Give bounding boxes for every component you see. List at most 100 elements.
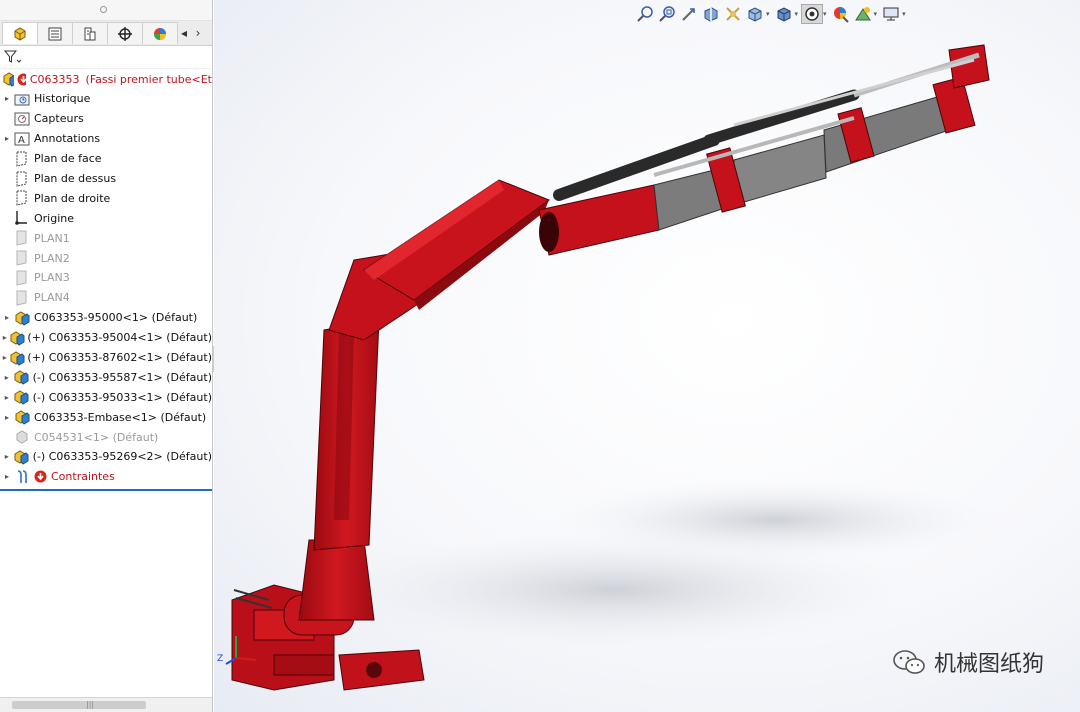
- tree-item[interactable]: PLAN2: [0, 248, 212, 268]
- tree-item-label: (+) C063353-87602<1> (Défaut): [27, 351, 212, 365]
- tree-item[interactable]: ▸ C063353-Embase<1> (Défaut): [0, 407, 212, 427]
- design-tree: ▸ Historique Capteurs ▸ A Annotations Plan de …: [0, 89, 212, 487]
- graphics-viewport[interactable]: ▾ ▾ ▾ ▾ ▾ Z 机械图纸狗: [214, 0, 1080, 712]
- tree-item[interactable]: ▸ (-) C063353-95033<1> (Défaut): [0, 387, 212, 407]
- expand-arrow-icon[interactable]: ▸: [0, 373, 13, 382]
- tree-item[interactable]: ▸ A Annotations: [0, 129, 212, 149]
- tree-item[interactable]: Plan de face: [0, 149, 212, 169]
- tree-item[interactable]: ▸ (+) C063353-95004<1> (Défaut): [0, 328, 212, 348]
- tab-scroll-left-icon[interactable]: ◂: [177, 22, 191, 44]
- root-configuration: (Fassi premier tube<Et: [85, 72, 212, 86]
- tree-item[interactable]: ▸ (+) C063353-87602<1> (Défaut): [0, 348, 212, 368]
- tree-item-label: C063353-95000<1> (Défaut): [34, 311, 198, 325]
- tree-filter[interactable]: [0, 46, 212, 69]
- subassembly-icon: [13, 449, 30, 465]
- configurationmanager-icon: [84, 27, 96, 40]
- rebuild-error-icon: [34, 469, 49, 485]
- tree-item-label: (-) C063353-95033<1> (Défaut): [32, 390, 212, 404]
- subassembly-icon: [9, 350, 25, 366]
- root-assembly-name: C063353: [29, 72, 80, 86]
- view-triad: Z: [217, 636, 257, 665]
- expand-arrow-icon[interactable]: ▸: [0, 333, 9, 342]
- expand-arrow-icon[interactable]: ▸: [0, 94, 14, 103]
- suppressed-part-icon: [14, 429, 32, 445]
- tree-item[interactable]: Origine: [0, 208, 212, 228]
- filter-icon[interactable]: [4, 50, 22, 64]
- expand-arrow-icon[interactable]: ▸: [0, 134, 14, 143]
- expand-arrow-icon[interactable]: ▸: [0, 393, 13, 402]
- hidden-plane-icon: [14, 250, 32, 266]
- crane-outer-boom[interactable]: [538, 44, 990, 256]
- assembly-icon: [3, 72, 14, 87]
- plane-icon: [14, 171, 32, 187]
- horizontal-scrollbar[interactable]: |||: [0, 697, 212, 712]
- panel-grip[interactable]: [0, 0, 212, 21]
- display-manager-tab[interactable]: [142, 22, 178, 44]
- plane-icon: [14, 151, 32, 167]
- subassembly-icon: [13, 369, 30, 386]
- watermark: 机械图纸狗: [892, 646, 1044, 678]
- tree-end-marker: [0, 488, 212, 491]
- svg-text:A: A: [18, 135, 25, 146]
- tree-item-label: Plan de droite: [34, 191, 111, 205]
- subassembly-icon: [14, 310, 32, 326]
- tree-item-label: PLAN4: [34, 291, 70, 305]
- tree-item[interactable]: PLAN3: [0, 268, 212, 288]
- subassembly-icon: [14, 409, 32, 425]
- scrollbar-thumb[interactable]: |||: [12, 700, 146, 709]
- expand-arrow-icon[interactable]: ▸: [0, 472, 14, 481]
- hidden-plane-icon: [14, 230, 32, 246]
- floor-shadow-boom: [554, 480, 994, 560]
- tree-item-label: Plan de face: [34, 152, 102, 166]
- tree-item-label: C063353-Embase<1> (Défaut): [34, 410, 207, 424]
- subassembly-icon: [13, 389, 30, 405]
- tree-item[interactable]: ▸ (-) C063353-95269<2> (Défaut): [0, 447, 212, 467]
- tree-item-label: Contraintes: [51, 470, 115, 484]
- tree-item-label: (-) C063353-95269<2> (Défaut): [32, 450, 212, 464]
- rebuild-error-icon: [17, 73, 26, 85]
- featuremanager-icon: [14, 26, 26, 41]
- tree-root[interactable]: C063353 (Fassi premier tube<Et: [0, 69, 212, 89]
- expand-arrow-icon[interactable]: ▸: [0, 313, 14, 322]
- tab-scroll-right-icon[interactable]: ›: [191, 22, 205, 44]
- subassembly-icon: [9, 330, 25, 346]
- featuremanager-tab[interactable]: [2, 22, 38, 44]
- history-folder-icon: [14, 91, 32, 107]
- tree-item[interactable]: ▸ Historique: [0, 89, 212, 109]
- expand-arrow-icon[interactable]: ▸: [0, 413, 14, 422]
- tree-item-label: PLAN2: [34, 251, 70, 265]
- tree-item-label: Origine: [34, 211, 75, 225]
- tree-item-label: PLAN3: [34, 271, 70, 285]
- propertymanager-icon: [48, 27, 62, 40]
- tree-item-label: PLAN1: [34, 231, 70, 245]
- tree-item[interactable]: ▸ (-) C063353-95587<1> (Défaut): [0, 367, 212, 387]
- tree-item-label: Plan de dessus: [34, 172, 117, 185]
- tree-item-label: (-) C063353-95587<1> (Défaut): [32, 370, 212, 384]
- display-manager-icon: [154, 27, 166, 40]
- tree-item[interactable]: ▸ C063353-95000<1> (Défaut): [0, 308, 212, 328]
- tree-item[interactable]: Plan de dessus: [0, 169, 212, 189]
- wechat-icon: [893, 650, 925, 674]
- expand-arrow-icon[interactable]: ▸: [0, 452, 13, 461]
- crane-3d-model[interactable]: [214, 0, 1080, 712]
- tree-item[interactable]: C054531<1> (Défaut): [0, 427, 212, 447]
- triad-z-label: Z: [217, 654, 223, 664]
- tree-item[interactable]: ▸ Contraintes: [0, 467, 212, 487]
- expand-arrow-icon[interactable]: ▸: [0, 353, 9, 362]
- tree-item[interactable]: PLAN4: [0, 288, 212, 308]
- tree-item[interactable]: Plan de droite: [0, 188, 212, 208]
- feature-manager-panel: ◂ › C063353 (Fassi premier tube<Et ▸ Hist…: [0, 0, 213, 712]
- propertymanager-tab[interactable]: [37, 22, 73, 44]
- tree-item[interactable]: PLAN1: [0, 228, 212, 248]
- dimxpert-tab[interactable]: [107, 22, 143, 44]
- manager-tab-bar: ◂ ›: [0, 21, 212, 46]
- configurationmanager-tab[interactable]: [72, 22, 108, 44]
- watermark-text: 机械图纸狗: [933, 652, 1044, 677]
- plane-icon: [14, 190, 32, 207]
- tree-item-label: (+) C063353-95004<1> (Défaut): [27, 331, 212, 345]
- annotations-icon: A: [14, 131, 32, 147]
- origin-icon: [14, 210, 32, 226]
- dimxpert-icon: [118, 26, 132, 41]
- mates-icon: [14, 469, 32, 485]
- tree-item[interactable]: Capteurs: [0, 109, 212, 129]
